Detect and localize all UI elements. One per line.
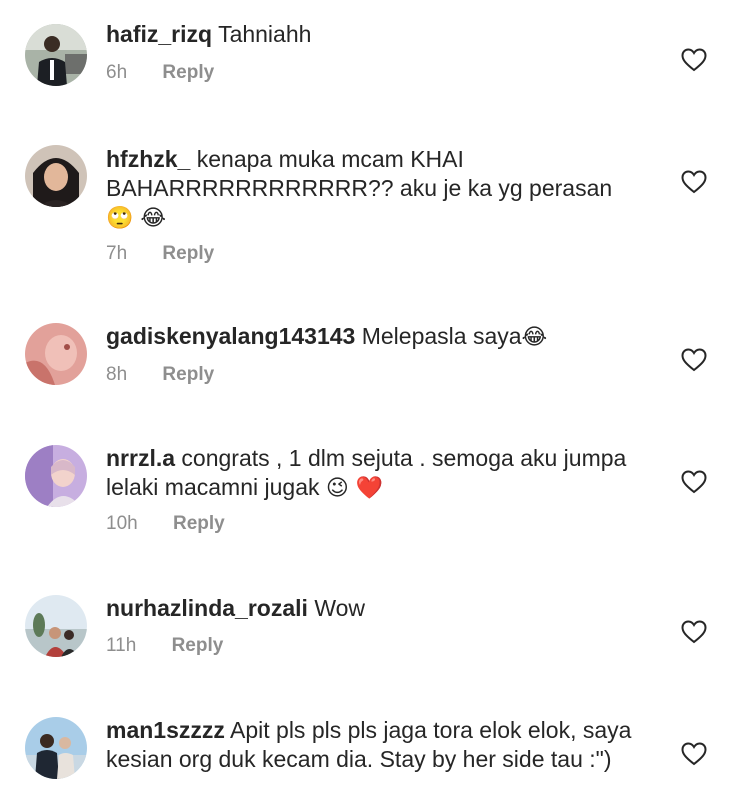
comment-emoji: 😉 ❤️: [325, 476, 384, 501]
comment-username[interactable]: hfzhzk_: [106, 146, 190, 172]
like-heart-icon[interactable]: [681, 742, 707, 766]
comment-username[interactable]: man1szzzz: [106, 717, 225, 743]
avatar[interactable]: [25, 145, 87, 207]
comment-text: nrrzl.a congrats , 1 dlm sejuta . semoga…: [106, 444, 666, 503]
reply-button[interactable]: Reply: [162, 62, 214, 83]
comment-timestamp: 11h: [106, 635, 137, 656]
comment-username[interactable]: gadiskenyalang143143: [106, 323, 355, 349]
reply-button[interactable]: Reply: [162, 243, 214, 264]
comment-emoji: 🙄 😂: [106, 206, 167, 231]
comment-username[interactable]: nurhazlinda_rozali: [106, 595, 308, 621]
reply-button[interactable]: Reply: [162, 364, 214, 385]
comment-text: hafiz_rizq Tahniahh: [106, 20, 666, 49]
like-heart-icon[interactable]: [681, 348, 707, 372]
comment-username[interactable]: nrrzl.a: [106, 445, 175, 471]
like-heart-icon[interactable]: [681, 48, 707, 72]
avatar[interactable]: [25, 24, 87, 86]
comment-timestamp: 7h: [106, 243, 128, 264]
reply-button[interactable]: Reply: [173, 513, 225, 534]
comment-text: gadiskenyalang143143 Melepasla saya😂: [106, 322, 666, 352]
comment-timestamp: 8h: [106, 364, 128, 385]
avatar[interactable]: [25, 323, 87, 385]
avatar[interactable]: [25, 445, 87, 507]
comment-emoji: 😂: [521, 325, 548, 350]
comment-body: Tahniahh: [218, 21, 312, 47]
comment-timestamp: 6h: [106, 62, 128, 83]
comment-username[interactable]: hafiz_rizq: [106, 21, 212, 47]
like-heart-icon[interactable]: [681, 620, 707, 644]
comment-timestamp: 10h: [106, 513, 138, 534]
like-heart-icon[interactable]: [681, 470, 707, 494]
comment-body: Wow: [314, 595, 366, 621]
comment-text: nurhazlinda_rozali Wow: [106, 594, 666, 623]
like-heart-icon[interactable]: [681, 170, 707, 194]
comment-text: hfzhzk_ kenapa muka mcam KHAI BAHARRRRRR…: [106, 145, 666, 233]
comment-text: man1szzzz Apit pls pls pls jaga tora elo…: [106, 716, 666, 774]
avatar[interactable]: [25, 595, 87, 657]
comment-body: Melepasla saya: [361, 323, 522, 349]
avatar[interactable]: [25, 717, 87, 779]
reply-button[interactable]: Reply: [172, 635, 224, 656]
